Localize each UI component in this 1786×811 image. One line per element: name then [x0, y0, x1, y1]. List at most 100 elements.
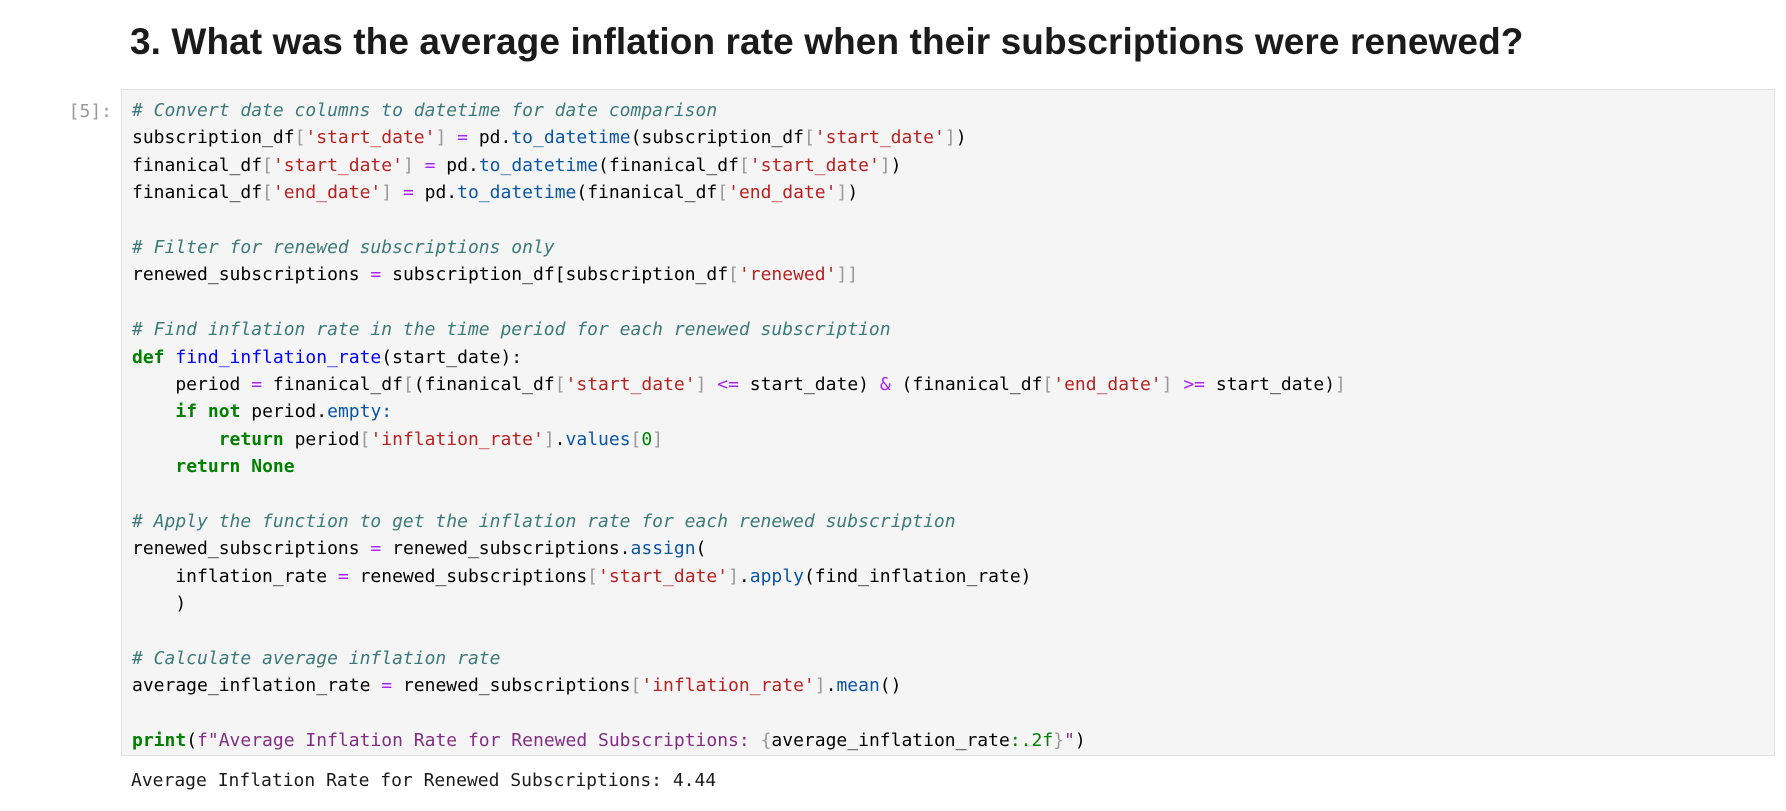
- code-token-op: =: [251, 373, 263, 395]
- code-token-name: [1172, 374, 1183, 395]
- code-token-bracket: ]: [944, 127, 956, 149]
- code-cell[interactable]: [5]: # Convert date columns to datetime …: [0, 89, 1786, 759]
- code-token-keyword: return: [218, 428, 284, 450]
- code-token-bracket: ]: [381, 182, 393, 204]
- code-token-keyword: def: [132, 346, 165, 368]
- code-line: def find_inflation_rate(start_date):: [132, 344, 1346, 371]
- code-token-name: finanical_df: [262, 373, 403, 395]
- code-token-name: renewed_subscriptions: [348, 565, 588, 587]
- code-token-name: [132, 429, 219, 450]
- code-token-name: [446, 127, 457, 148]
- code-token-bracket: [: [262, 154, 273, 176]
- code-token-attr: apply: [749, 565, 804, 587]
- code-line: # Find inflation rate in the time period…: [132, 316, 1346, 343]
- code-token-name: inflation_rate: [132, 565, 338, 587]
- code-token-attr: assign: [630, 538, 696, 560]
- code-token-keyword: print: [132, 729, 187, 751]
- code-token-bracket: [: [728, 264, 739, 286]
- code-token-string: 'end_date': [1053, 373, 1162, 395]
- code-token-name: [414, 155, 425, 176]
- code-token-name: .: [738, 565, 750, 587]
- code-editor[interactable]: # Convert date columns to datetime for d…: [121, 89, 1775, 756]
- code-token-name: renewed_subscriptions.: [381, 538, 631, 560]
- code-line: if not period.empty:: [132, 398, 1346, 425]
- code-token-bracket: ]: [543, 428, 555, 450]
- code-token-name: (finanical_df: [598, 154, 739, 176]
- code-token-name: [132, 456, 175, 477]
- code-token-bracket: ]: [728, 565, 739, 587]
- code-token-name: start_date): [738, 373, 880, 395]
- code-token-name: renewed_subscriptions: [132, 264, 371, 286]
- code-token-name: (finanical_df: [413, 373, 555, 395]
- code-line: ): [132, 590, 1346, 617]
- code-token-comment: # Apply the function to get the inflatio…: [132, 510, 956, 532]
- code-token-bracket: [: [630, 675, 642, 697]
- code-line: average_inflation_rate = renewed_subscri…: [132, 672, 1346, 699]
- code-token-name: subscription_df[subscription_df: [381, 264, 729, 286]
- code-token-name: finanical_df: [132, 182, 263, 204]
- code-token-attr: to_datetime: [511, 127, 631, 149]
- code-token-op: =: [424, 154, 436, 176]
- code-token-bracket: [: [554, 373, 566, 395]
- code-token-name: renewed_subscriptions: [392, 675, 631, 697]
- code-token-bracket: [: [587, 565, 599, 587]
- code-token-attr: values: [565, 428, 631, 450]
- code-token-name: [240, 456, 251, 477]
- code-token-name: .: [825, 675, 837, 697]
- code-token-name: ): [890, 154, 902, 176]
- code-line: # Filter for renewed subscriptions only: [132, 234, 1346, 261]
- code-token-name: [392, 182, 403, 203]
- code-line: renewed_subscriptions = subscription_df[…: [132, 261, 1346, 288]
- code-token-op: =: [381, 675, 393, 697]
- code-block[interactable]: # Convert date columns to datetime for d…: [132, 97, 1346, 754]
- code-token-string: 'start_date': [749, 154, 880, 176]
- code-token-attr: to_datetime: [457, 182, 577, 204]
- code-token-bracket: }: [1053, 729, 1065, 751]
- code-line: finanical_df['start_date'] = pd.to_datet…: [132, 152, 1346, 179]
- code-token-string: 'inflation_rate': [370, 428, 544, 450]
- code-token-bracket: ]]: [836, 264, 859, 286]
- code-token-op: =: [457, 127, 468, 149]
- code-token-op: =: [337, 565, 349, 587]
- code-token-name: ): [955, 127, 967, 149]
- code-token-op: >=: [1183, 373, 1205, 395]
- code-token-name: period: [132, 373, 252, 395]
- code-token-bracket: ]: [1335, 373, 1346, 395]
- code-token-string: 'start_date': [814, 127, 945, 149]
- code-line: # Convert date columns to datetime for d…: [132, 97, 1346, 124]
- code-token-name: [706, 374, 717, 395]
- code-token-number: 0: [641, 428, 653, 450]
- code-token-keyword: return: [175, 456, 241, 478]
- code-token-name: [197, 401, 208, 422]
- code-line: return period['inflation_rate'].values[0…: [132, 426, 1346, 453]
- code-line: period = finanical_df[(finanical_df['sta…: [132, 371, 1346, 398]
- code-line: finanical_df['end_date'] = pd.to_datetim…: [132, 179, 1346, 206]
- code-token-bracket: [: [294, 127, 306, 149]
- code-token-bracket: [: [262, 182, 273, 204]
- code-token-name: period: [283, 428, 360, 450]
- code-token-bracket: ]: [879, 154, 891, 176]
- code-token-name: .: [554, 428, 566, 450]
- code-line: subscription_df['start_date'] = pd.to_da…: [132, 124, 1346, 151]
- code-token-name: period.: [240, 401, 328, 423]
- code-token-bracket: [: [359, 428, 371, 450]
- code-token-name: (finanical_df: [576, 182, 718, 204]
- code-line: # Calculate average inflation rate: [132, 645, 1346, 672]
- code-token-op: =: [370, 538, 382, 560]
- code-token-op: &: [879, 373, 891, 395]
- code-token-name: (: [186, 729, 198, 751]
- cell-output: Average Inflation Rate for Renewed Subsc…: [131, 770, 717, 791]
- code-token-string: 'start_date': [272, 154, 403, 176]
- code-token-string: 'start_date': [598, 565, 729, 587]
- code-token-bracket: [: [803, 127, 815, 149]
- code-token-string: 'renewed': [738, 264, 837, 286]
- code-token-bracket: ]: [652, 428, 664, 450]
- code-token-op: =: [402, 182, 414, 204]
- code-token-name: [132, 401, 175, 422]
- code-token-name: ): [132, 593, 187, 615]
- code-token-name: [165, 347, 176, 368]
- code-token-comment: # Find inflation rate in the time period…: [132, 319, 891, 341]
